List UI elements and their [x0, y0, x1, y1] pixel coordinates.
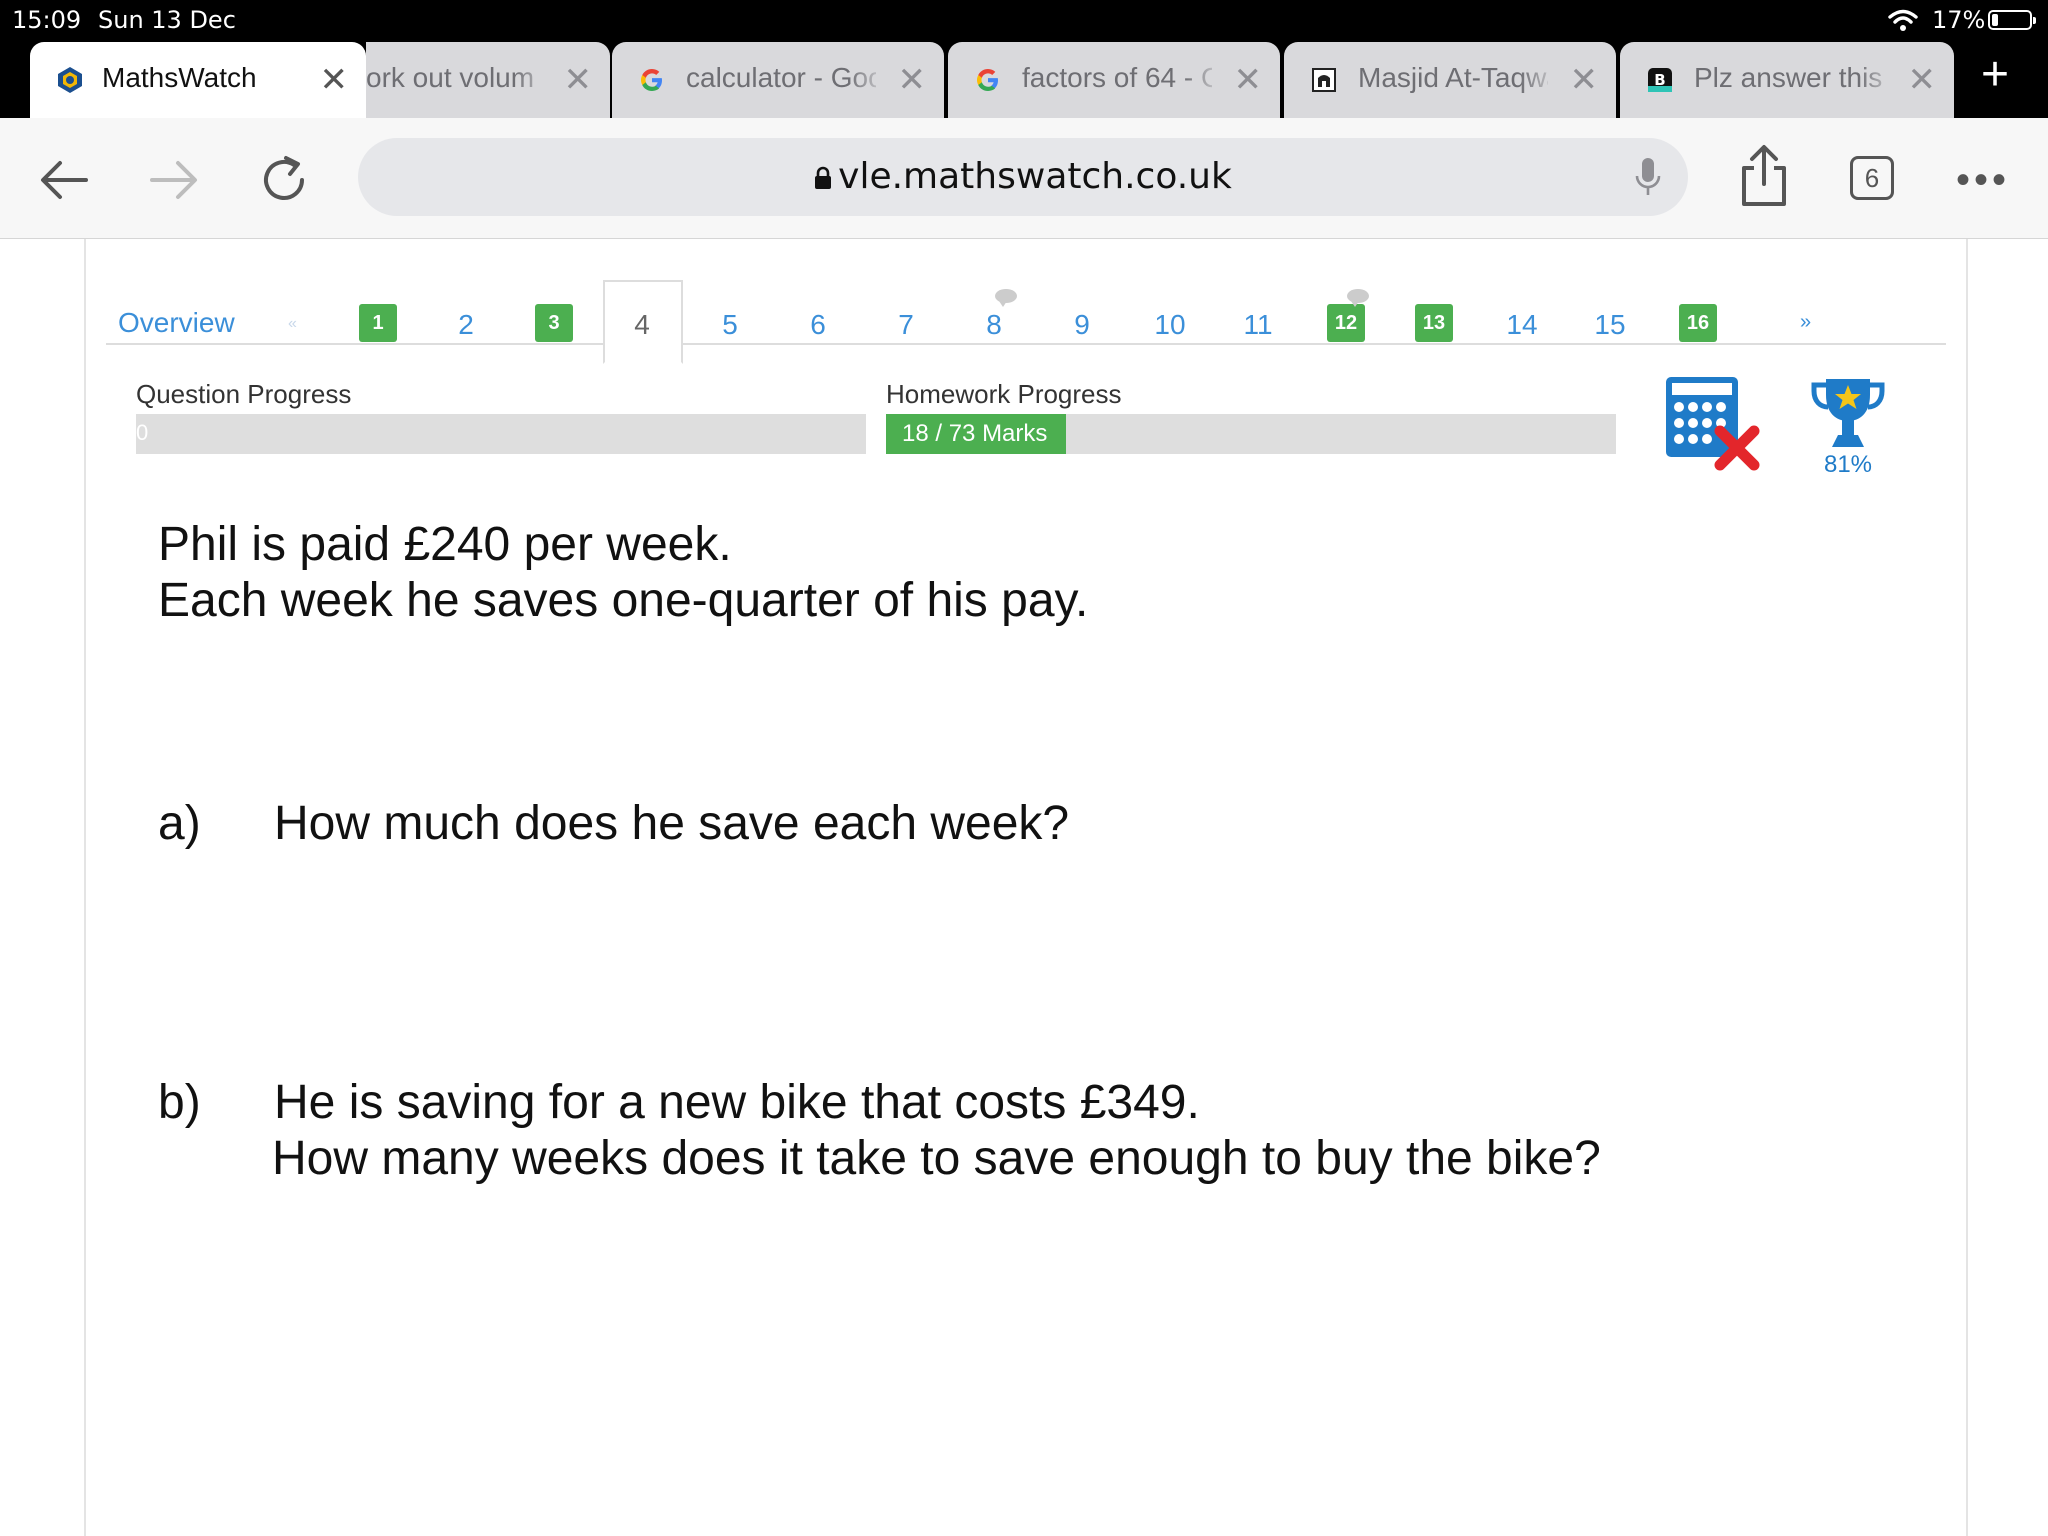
- url-text: vle.mathswatch.co.uk: [838, 156, 1232, 197]
- question-2-button[interactable]: 2: [436, 309, 496, 341]
- status-date: Sun 13 Dec: [98, 6, 236, 34]
- page-content: Overview « 1 2 3 4 5 6 7 8 9 10 11 12 13 14 15 16 » Que…: [84, 239, 1968, 1536]
- question-1-button[interactable]: 1: [359, 304, 397, 342]
- tab-switcher-button[interactable]: 6: [1850, 156, 1894, 200]
- close-tab-icon[interactable]: ✕: [898, 60, 927, 100]
- masjid-favicon-icon: [1312, 68, 1336, 92]
- close-tab-icon[interactable]: ✕: [320, 60, 349, 100]
- question-progress-value: 0: [136, 420, 149, 445]
- question-intro-line-1: Phil is paid £240 per week.: [158, 518, 732, 571]
- question-progress-label: Question Progress: [136, 379, 352, 409]
- question-16-button[interactable]: 16: [1679, 304, 1717, 342]
- question-11-button[interactable]: 11: [1228, 309, 1288, 341]
- question-3-button[interactable]: 3: [535, 304, 573, 342]
- question-12-button[interactable]: 12: [1327, 304, 1365, 342]
- more-options-icon[interactable]: •••: [1956, 160, 2010, 200]
- tab-calculator[interactable]: calculator - Goo ✕: [612, 42, 944, 118]
- comment-bubble-icon: [995, 289, 1017, 307]
- wifi-icon: [1888, 9, 1918, 31]
- tab-plz-answer-this[interactable]: B Plz answer this ✕: [1620, 42, 1954, 118]
- question-7-button[interactable]: 7: [876, 309, 936, 341]
- tab-work-out-volume[interactable]: ork out volum ✕: [366, 42, 610, 118]
- part-b-question-line-1: He is saving for a new bike that costs £…: [274, 1076, 1200, 1129]
- comment-bubble-icon: [1347, 289, 1369, 307]
- google-g-icon: [977, 69, 998, 91]
- question-13-button[interactable]: 13: [1415, 304, 1453, 342]
- close-tab-icon[interactable]: ✕: [1908, 60, 1937, 100]
- score-percent: 81%: [1823, 451, 1873, 478]
- question-8-button[interactable]: 8: [964, 309, 1024, 341]
- homework-progress-fill: 18 / 73 Marks: [886, 414, 1067, 454]
- tab-label: Plz answer this: [1694, 62, 1883, 93]
- question-4-button[interactable]: 4: [612, 309, 672, 341]
- close-tab-icon[interactable]: ✕: [1234, 60, 1263, 100]
- question-progress-bar: 0: [136, 414, 866, 454]
- close-tab-icon[interactable]: ✕: [1570, 60, 1599, 100]
- battery-icon: [1988, 10, 2036, 30]
- part-a-label: a): [158, 797, 201, 850]
- close-tab-icon[interactable]: ✕: [564, 60, 593, 100]
- back-arrow-icon[interactable]: [36, 152, 92, 208]
- question-6-button[interactable]: 6: [788, 309, 848, 341]
- address-bar[interactable]: vle.mathswatch.co.uk: [358, 138, 1688, 216]
- first-question-button[interactable]: «: [288, 315, 297, 333]
- google-g-icon: [641, 69, 662, 91]
- forward-arrow-icon[interactable]: [146, 152, 202, 208]
- question-5-button[interactable]: 5: [700, 309, 760, 341]
- mathswatch-favicon-icon: [58, 67, 82, 93]
- tab-factors-of-64[interactable]: factors of 64 - G ✕: [948, 42, 1280, 118]
- homework-progress-label: Homework Progress: [886, 379, 1122, 409]
- status-bar: 15:09 Sun 13 Dec 17%: [0, 0, 2048, 40]
- reload-icon[interactable]: [256, 152, 312, 208]
- trophy-icon: [1811, 379, 1885, 447]
- tab-masjid[interactable]: Masjid At-Taqwa ✕: [1284, 42, 1616, 118]
- microphone-icon[interactable]: [1634, 156, 1662, 198]
- address-bar-url: vle.mathswatch.co.uk: [358, 156, 1688, 197]
- svg-text:B: B: [1654, 71, 1665, 89]
- tab-label: MathsWatch: [102, 62, 257, 93]
- part-b-question-line-2: How many weeks does it take to save enou…: [272, 1132, 1601, 1185]
- homework-progress-value: 18 / 73 Marks: [902, 420, 1048, 447]
- question-9-button[interactable]: 9: [1052, 309, 1112, 341]
- brainly-favicon-icon: B: [1648, 68, 1672, 92]
- question-10-button[interactable]: 10: [1140, 309, 1200, 341]
- battery-percent: 17%: [1932, 6, 1986, 34]
- browser-toolbar: vle.mathswatch.co.uk 6 •••: [0, 118, 2048, 239]
- part-a-question: How much does he save each week?: [274, 797, 1070, 850]
- status-time: 15:09: [12, 6, 82, 34]
- next-page-button[interactable]: »: [1800, 311, 1811, 334]
- lock-icon: [815, 166, 832, 189]
- question-navigation: Overview « 1 2 3 4 5 6 7 8 9 10 11 12 13 14 15 16 »: [106, 259, 1946, 364]
- calculator-not-allowed-icon: [1666, 377, 1760, 471]
- question-14-button[interactable]: 14: [1492, 309, 1552, 341]
- question-intro-line-2: Each week he saves one-quarter of his pa…: [158, 574, 1089, 627]
- homework-progress-bar: 18 / 73 Marks: [886, 414, 1616, 454]
- question-15-button[interactable]: 15: [1580, 309, 1640, 341]
- tab-mathswatch[interactable]: MathsWatch ✕: [30, 42, 366, 118]
- part-b-label: b): [158, 1076, 201, 1129]
- share-icon[interactable]: [1734, 144, 1794, 208]
- overview-link[interactable]: Overview: [118, 307, 235, 339]
- new-tab-button[interactable]: +: [1970, 51, 2020, 102]
